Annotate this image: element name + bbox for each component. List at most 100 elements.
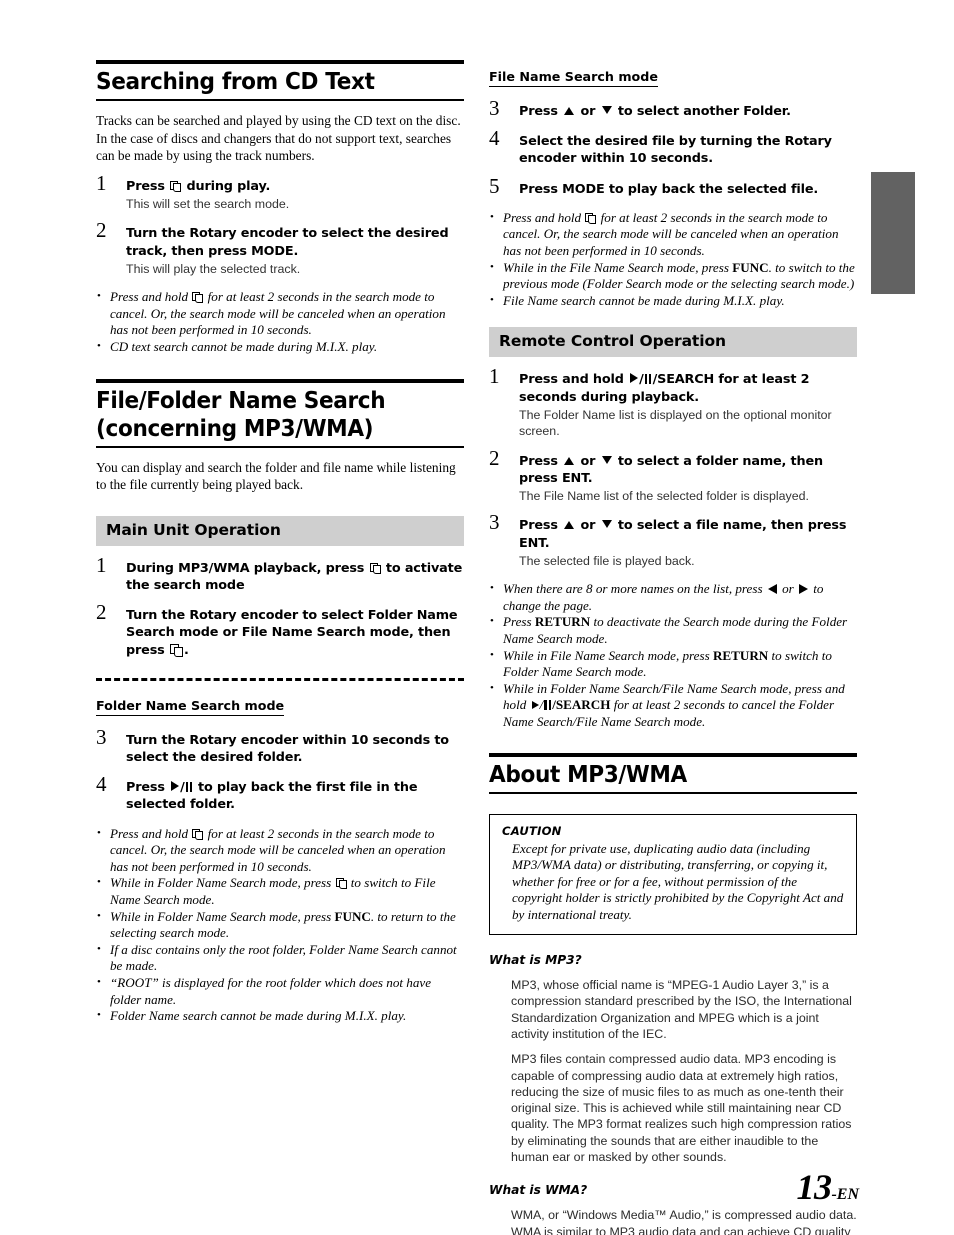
step-text-pre: Press: [126, 780, 170, 796]
step-text-bold: Rotary encoder: [189, 608, 299, 624]
step-subtext: This will play the selected track.: [126, 261, 301, 276]
note-text-pre: If a disc contains only the root folder,…: [110, 941, 457, 974]
note-text-bold: RETURN: [712, 647, 769, 663]
step-text-pre: Press and hold: [519, 372, 629, 388]
heading-text: Searching from CD Text: [96, 67, 375, 95]
step-title: Select the desired file by turning the R…: [519, 133, 857, 167]
play-icon: [171, 781, 180, 792]
step-text-pre: Press: [519, 181, 563, 197]
heading-rule-bottom: [489, 791, 857, 794]
step-item: 2 Turn the Rotary encoder to select Fold…: [96, 602, 464, 659]
list-pages-icon: [169, 643, 183, 657]
list-pages-icon: [170, 180, 182, 192]
arrow-left-icon: [767, 584, 777, 595]
dashed-divider: [96, 677, 464, 681]
step-text-post: .: [183, 642, 189, 658]
arrow-down-icon: [601, 455, 612, 464]
step-number: 2: [96, 218, 107, 243]
note-text-pre: While in the File Name Search mode, pres…: [503, 259, 733, 275]
step-title: Turn the Rotary encoder within 10 second…: [126, 732, 464, 766]
step-text-post: .: [293, 243, 299, 259]
step-text-mid: or: [576, 104, 600, 119]
note-item: While in Folder Name Search/File Name Se…: [489, 680, 857, 731]
heading-rule-bottom: [96, 99, 464, 101]
edge-thumb-tab: [871, 172, 915, 294]
heading-text: About MP3/WMA: [489, 759, 687, 788]
step-text-pre: Turn the: [126, 226, 190, 242]
note-item: Press and hold for at least 2 seconds in…: [96, 825, 464, 876]
note-text-bold: RETURN: [534, 614, 591, 630]
step-number: 2: [489, 445, 500, 470]
whatis-mp3-paragraph-1: MP3, whose official name is “MPEG-1 Audi…: [511, 978, 852, 1041]
subsection-band-main-unit-operation: Main Unit Operation: [96, 515, 464, 546]
heading-line-1: File/Folder Name Search: [96, 385, 386, 414]
mode-label-wrap: Folder Name Search mode: [96, 697, 464, 716]
heading-line-2: (concerning MP3/WMA): [96, 413, 374, 442]
arrow-down-icon: [601, 106, 612, 114]
pause-icon: [644, 374, 652, 385]
note-item: While in Folder Name Search mode, press …: [96, 908, 464, 942]
notes-list: Press and hold for at least 2 seconds in…: [96, 288, 464, 355]
note-item: Press and hold for at least 2 seconds in…: [489, 209, 857, 260]
caution-box: CAUTION Except for private use, duplicat…: [489, 813, 857, 936]
mode-label-wrap: File Name Search mode: [489, 68, 857, 87]
step-text-bold: ENT: [561, 470, 588, 486]
step-text-bold: ENT: [519, 535, 545, 551]
step-text-end: .: [587, 470, 593, 486]
step-item: 3 Press or to select a file name, then p…: [489, 512, 857, 569]
note-text-bold: /SEARCH: [552, 697, 611, 713]
heading-rule-bottom: [96, 445, 464, 448]
note-text-pre: Press and hold: [110, 289, 192, 305]
step-number: 3: [489, 96, 500, 120]
page-number-value: 13: [796, 1167, 832, 1207]
pause-icon: [185, 782, 193, 793]
step-subtext: This will set the search mode.: [126, 196, 290, 211]
note-text-bold: FUNC: [732, 259, 769, 275]
step-number: 3: [489, 510, 500, 535]
step-text-post: within 10 seconds.: [576, 151, 714, 167]
note-item: File Name search cannot be made during M…: [489, 292, 857, 310]
section-heading-file-folder-name-search: File/Folder Name Search (concerning MP3/W…: [96, 378, 464, 448]
note-text-pre: While in Folder Name Search mode, press: [110, 908, 335, 924]
note-item: “ROOT” is displayed for the root folder …: [96, 974, 464, 1008]
note-text-bold: FUNC: [334, 908, 371, 924]
left-column: Searching from CD Text Tracks can be sea…: [96, 60, 464, 1025]
step-text-bold: MODE: [562, 181, 605, 197]
step-text-post: during play.: [182, 178, 271, 194]
subsection-band-remote-control-operation: Remote Control Operation: [489, 327, 857, 358]
step-title: Press or to select another Folder.: [519, 103, 857, 120]
step-number: 1: [96, 552, 107, 577]
notes-list: When there are 8 or more names on the li…: [489, 580, 857, 731]
arrow-down-icon: [601, 520, 612, 529]
step-title: Turn the Rotary encoder to select the de…: [126, 225, 464, 259]
step-text-post: to select another Folder.: [613, 104, 791, 119]
note-item: While in the File Name Search mode, pres…: [489, 259, 857, 293]
step-text-bold: Rotary encoder: [189, 226, 299, 242]
step-subtext: The File Name list of the selected folde…: [519, 489, 809, 503]
step-text-bold: Rotary encoder: [189, 732, 299, 748]
step-text-pre: Turn the: [126, 608, 190, 624]
note-text-pre: When there are 8 or more names on the li…: [503, 581, 766, 597]
step-number: 3: [96, 724, 107, 749]
step-title: Press during play.: [126, 178, 464, 195]
step-text-mid: or: [576, 518, 600, 534]
arrow-up-icon: [564, 456, 575, 465]
step-text-pre: Select the desired file by turning the: [519, 134, 785, 150]
intro-paragraph-cd-text: Tracks can be searched and played by usi…: [96, 113, 461, 164]
note-item: Folder Name search cannot be made during…: [96, 1007, 464, 1025]
step-item: 2 Press or to select a folder name, then…: [489, 447, 857, 505]
note-text-pre: While in File Name Search mode, press: [503, 647, 713, 663]
mode-label-file-name-search: File Name Search mode: [489, 69, 658, 87]
section-heading-searching-cd-text: Searching from CD Text: [96, 60, 464, 101]
manual-page: Searching from CD Text Tracks can be sea…: [0, 0, 954, 1235]
step-title: Press and hold //SEARCH for at least 2 s…: [519, 372, 810, 405]
step-item: 4 Press / to play back the first file in…: [96, 774, 464, 813]
step-item: 2 Turn the Rotary encoder to select the …: [96, 220, 464, 277]
step-title: Press or to select a file name, then pre…: [519, 517, 857, 551]
step-text-bold: /SEARCH: [652, 372, 715, 388]
arrow-right-icon: [799, 584, 809, 595]
heading-text: File/Folder Name Search (concerning MP3/W…: [96, 383, 435, 446]
list-pages-icon: [335, 878, 347, 890]
step-title: Turn the Rotary encoder to select Folder…: [126, 607, 464, 659]
notes-list: Press and hold for at least 2 seconds in…: [96, 825, 464, 1025]
